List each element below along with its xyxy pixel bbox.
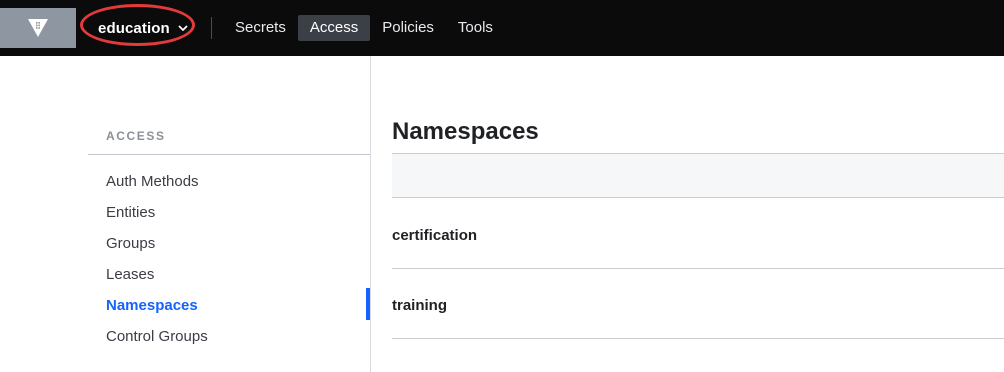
nav-secrets[interactable]: Secrets <box>223 15 298 41</box>
nav-access[interactable]: Access <box>297 15 371 41</box>
nav-tools[interactable]: Tools <box>446 15 505 41</box>
sidebar-item-entities[interactable]: Entities <box>106 204 155 221</box>
sidebar-divider <box>88 154 370 155</box>
nav-policies[interactable]: Policies <box>370 15 446 41</box>
namespace-row[interactable]: certification <box>392 199 1004 269</box>
sidebar-content-divider <box>370 56 371 372</box>
page-title: Namespaces <box>392 118 539 145</box>
sidebar-heading: ACCESS <box>106 129 166 143</box>
sidebar-item-namespaces[interactable]: Namespaces <box>106 297 198 314</box>
sidebar-item-leases[interactable]: Leases <box>106 266 154 283</box>
namespace-row[interactable]: training <box>392 269 1004 339</box>
nav-divider <box>211 17 212 39</box>
namespace-highlight-circle <box>80 4 195 46</box>
top-navigation-bar: education Secrets Access Policies Tools <box>0 0 1004 56</box>
vault-logo-icon <box>27 18 49 38</box>
sidebar-item-groups[interactable]: Groups <box>106 235 155 252</box>
namespace-name: training <box>392 297 447 314</box>
sidebar-item-control-groups[interactable]: Control Groups <box>106 328 208 345</box>
main-nav: Secrets Access Policies Tools <box>223 15 505 41</box>
toolbar-strip <box>392 153 1004 198</box>
home-logo-link[interactable] <box>0 8 76 48</box>
namespace-name: certification <box>392 227 478 244</box>
sidebar-item-auth-methods[interactable]: Auth Methods <box>106 173 199 190</box>
